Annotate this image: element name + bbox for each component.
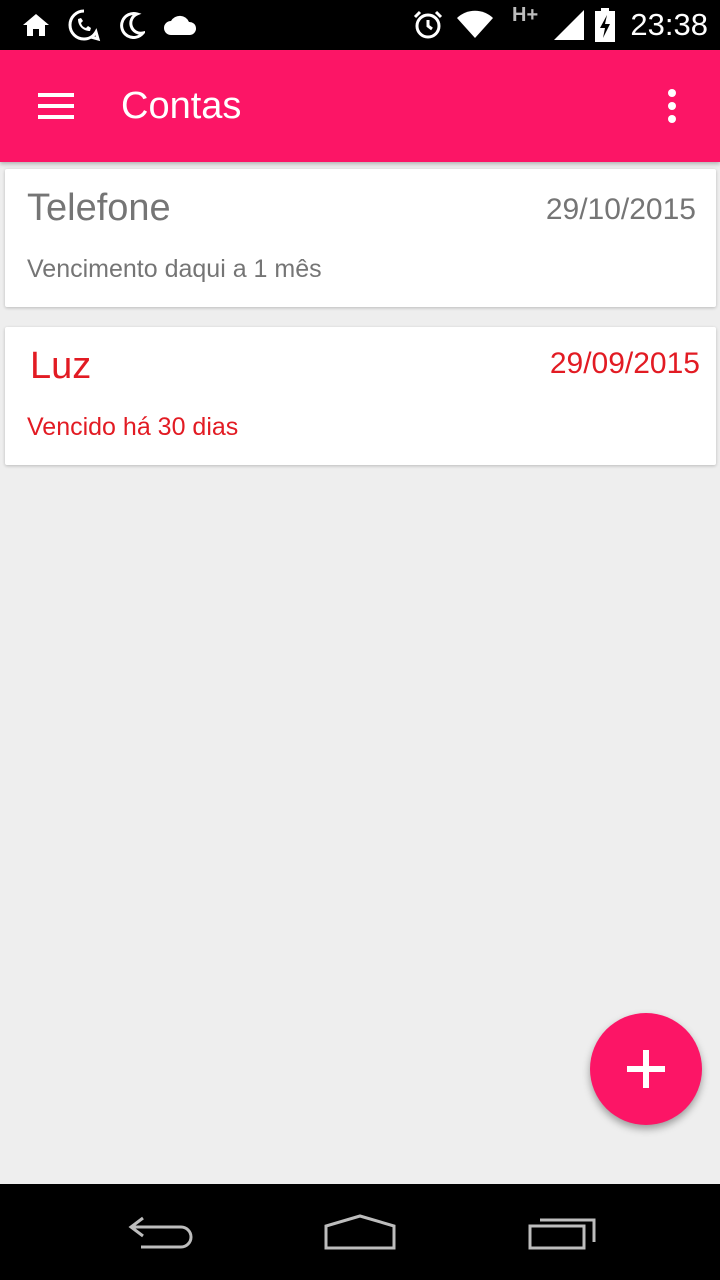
battery-charging-icon xyxy=(592,0,618,50)
bill-name: Telefone xyxy=(27,187,171,229)
more-vert-icon xyxy=(668,89,676,123)
bill-due-date: 29/09/2015 xyxy=(549,347,700,380)
home-icon xyxy=(18,0,54,50)
bill-card-telefone[interactable]: Telefone 29/10/2015 Vencimento daqui a 1… xyxy=(5,169,716,307)
recents-button[interactable] xyxy=(512,1202,612,1262)
recents-icon xyxy=(528,1218,596,1250)
back-icon xyxy=(128,1216,193,1249)
menu-button[interactable] xyxy=(20,78,92,134)
moon-icon xyxy=(116,0,148,50)
wifi-icon xyxy=(454,0,496,50)
overflow-menu-button[interactable] xyxy=(648,78,696,134)
bill-status: Vencido há 30 dias xyxy=(27,413,239,441)
menu-icon xyxy=(38,93,74,119)
cloud-icon xyxy=(160,0,200,50)
network-type-label: H+ xyxy=(512,4,539,26)
bill-status: Vencimento daqui a 1 mês xyxy=(27,255,322,283)
bill-name: Luz xyxy=(30,345,92,387)
home-button[interactable] xyxy=(310,1202,410,1262)
alarm-icon xyxy=(410,0,446,50)
back-button[interactable] xyxy=(110,1202,210,1262)
status-bar: H+ 23:38 xyxy=(0,0,720,50)
plus-icon xyxy=(627,1050,665,1088)
add-bill-button[interactable] xyxy=(590,1013,702,1125)
clock-time: 23:38 xyxy=(630,7,708,42)
whatsapp-icon xyxy=(64,0,104,50)
signal-icon xyxy=(548,0,588,50)
page-title: Contas xyxy=(121,84,242,127)
bill-card-luz[interactable]: Luz 29/09/2015 Vencido há 30 dias xyxy=(5,327,716,465)
app-bar: Contas xyxy=(0,50,720,162)
bill-due-date: 29/10/2015 xyxy=(545,193,696,226)
home-nav-icon xyxy=(324,1214,396,1250)
navigation-bar xyxy=(0,1184,720,1280)
